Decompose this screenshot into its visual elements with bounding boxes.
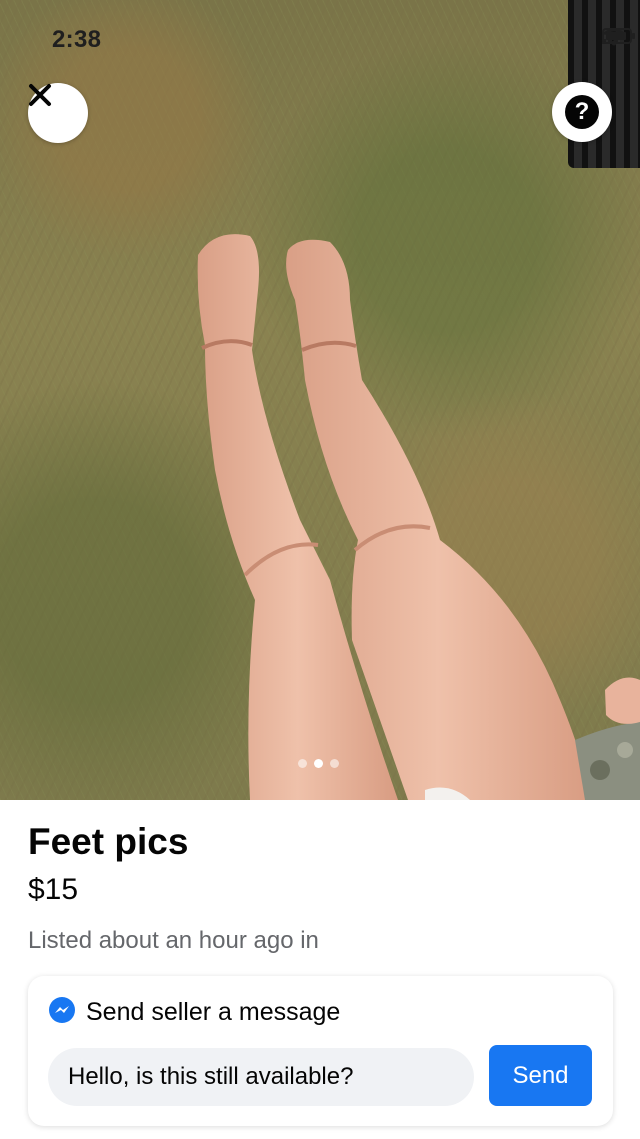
- legs-photo-drawing: [197, 234, 640, 800]
- message-header-label: Send seller a message: [86, 998, 341, 1026]
- message-header: Send seller a message: [48, 996, 340, 1029]
- listing-photo[interactable]: 2:38 ?: [0, 0, 640, 800]
- question-mark-icon: ?: [565, 95, 599, 129]
- pagination-dot[interactable]: [298, 759, 307, 768]
- close-button[interactable]: [28, 83, 88, 143]
- listing-price: $15: [28, 873, 79, 906]
- listing-details: Feet pics $15 Listed about an hour ago i…: [28, 818, 319, 956]
- pagination-dot-active[interactable]: [314, 759, 323, 768]
- status-time: 2:38: [52, 26, 102, 53]
- photo-pagination: [298, 759, 339, 768]
- listing-title: Feet pics: [28, 821, 189, 862]
- send-button[interactable]: Send: [489, 1045, 592, 1106]
- listing-time: Listed about an hour ago in: [28, 927, 319, 954]
- pagination-dot[interactable]: [330, 759, 339, 768]
- message-seller-card: Send seller a message Send: [28, 976, 613, 1126]
- message-input[interactable]: [48, 1048, 474, 1106]
- help-button[interactable]: ?: [552, 82, 612, 142]
- messenger-icon: [48, 996, 76, 1029]
